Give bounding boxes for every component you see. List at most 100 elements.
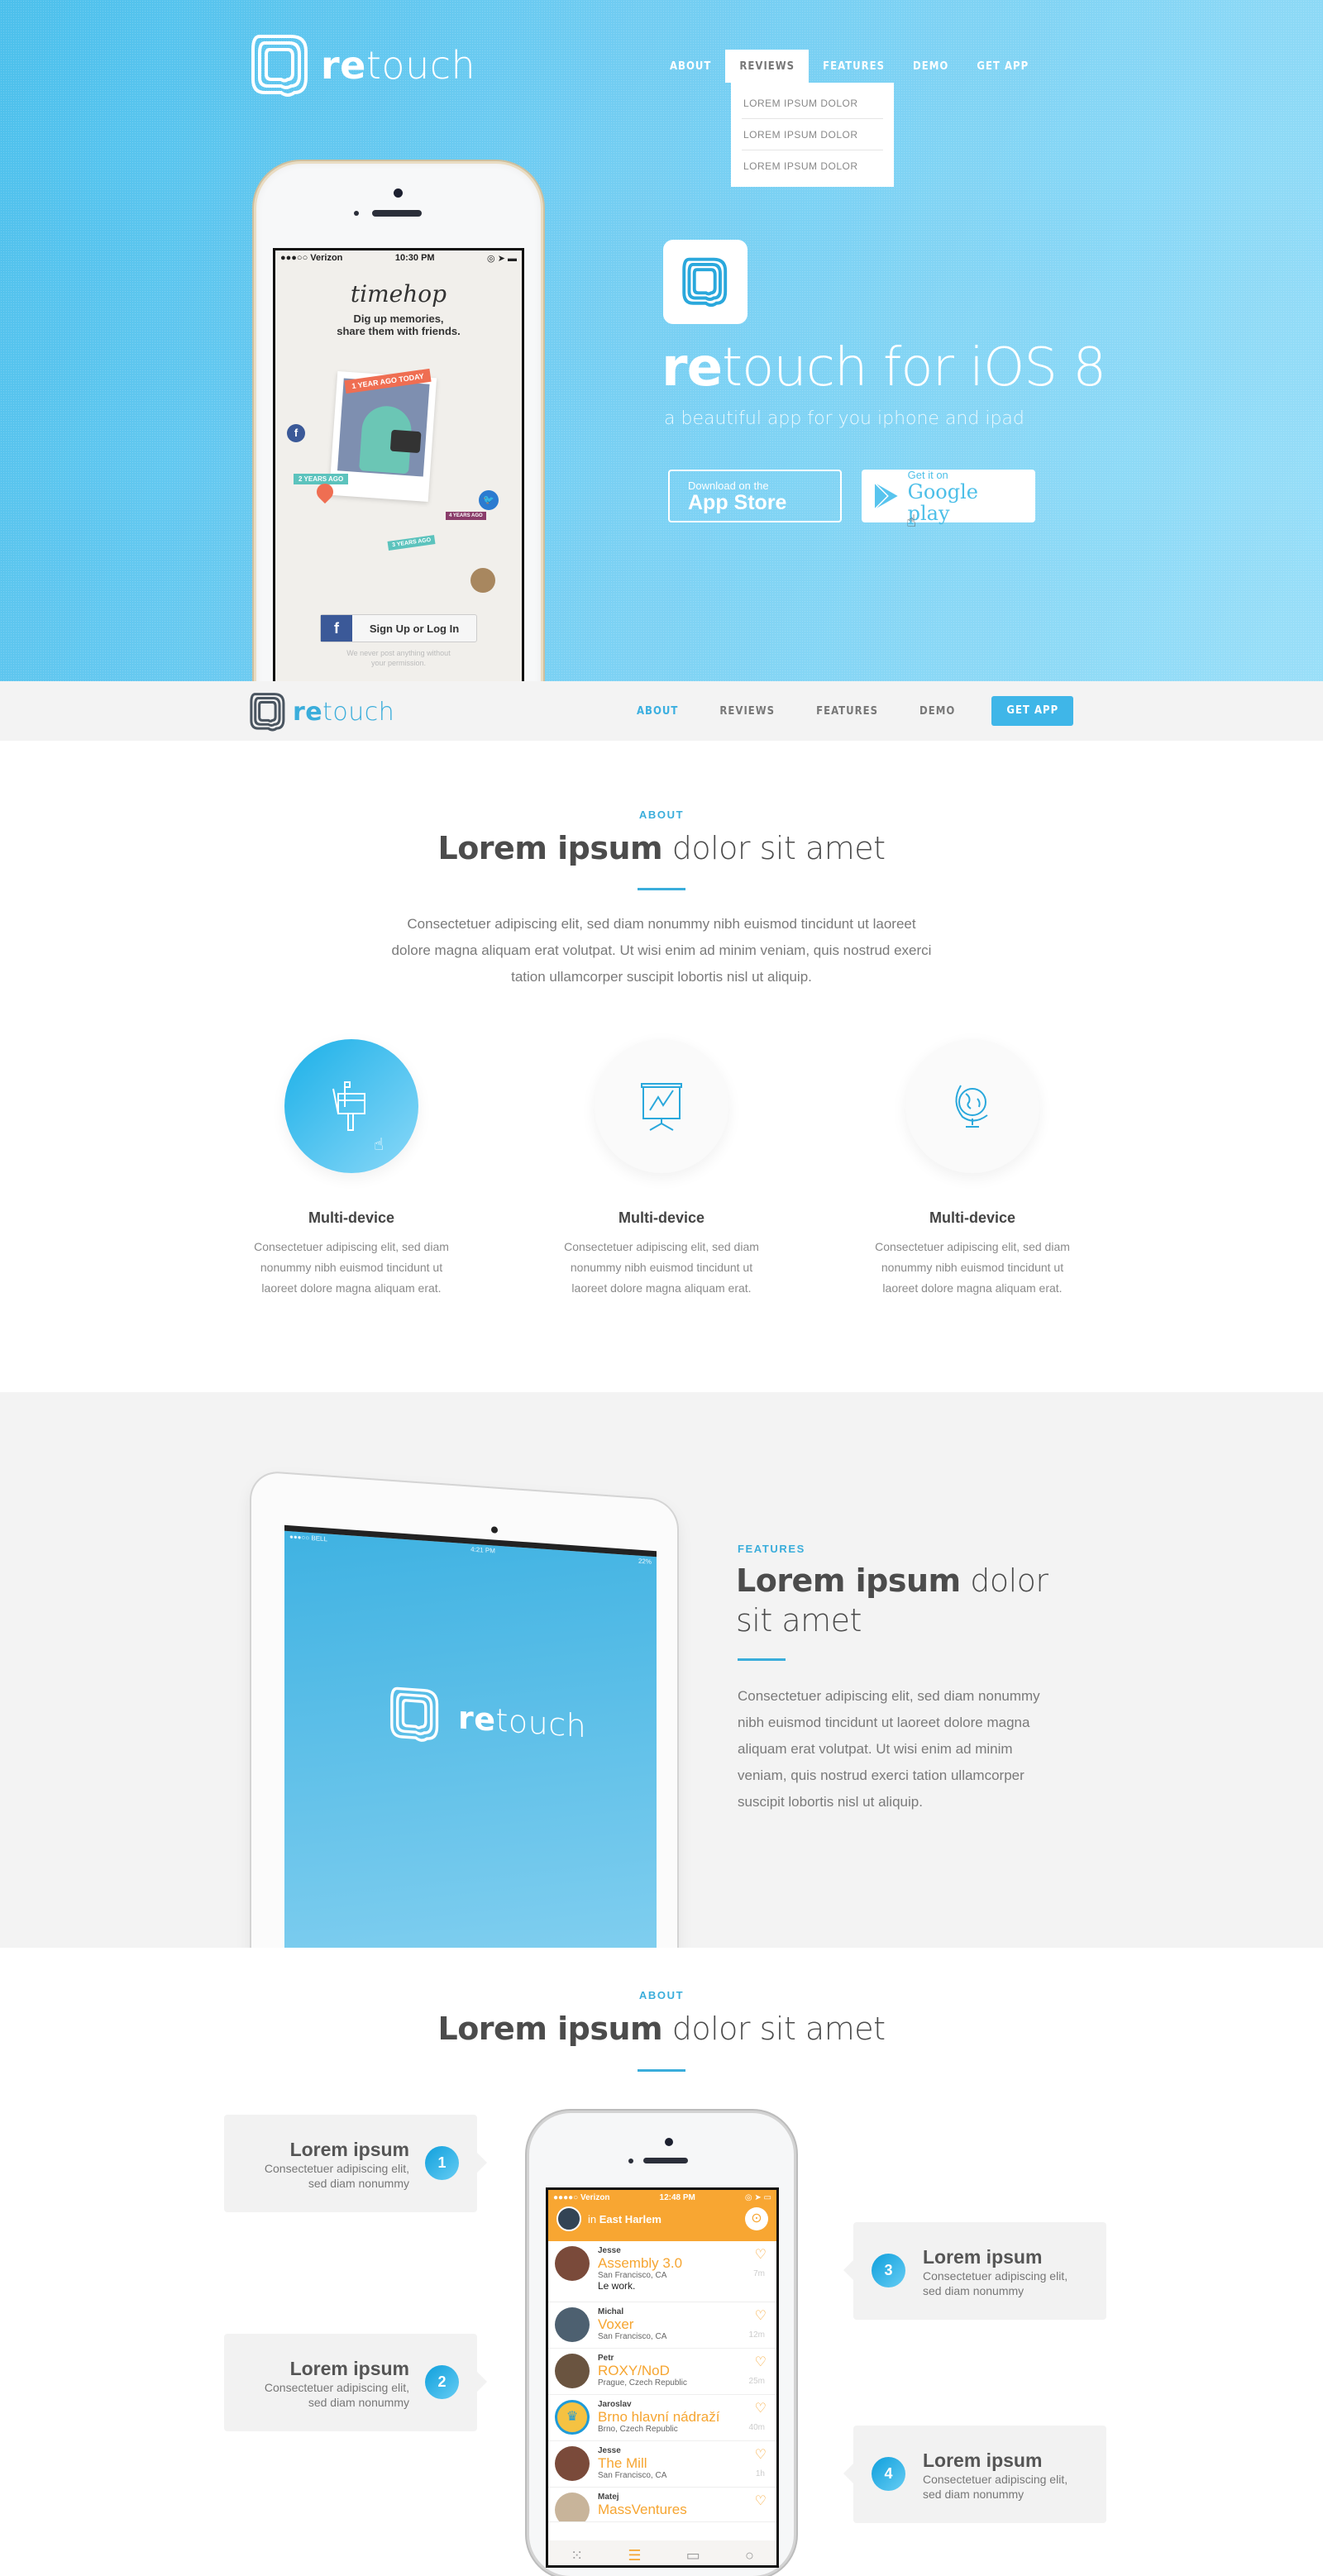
feed-item[interactable]: Matej MassVentures ♡ [548,2488,776,2522]
nav-features[interactable]: FEATURES [809,50,899,83]
status-time: 12:48 PM [659,2192,695,2202]
tab-calendar-icon[interactable]: ▭ [686,2547,700,2564]
step-desc: Consectetuer adipiscing elit, [923,2473,1068,2486]
logo-prefix: re [321,43,366,88]
feature-icon-button[interactable] [284,1039,418,1173]
carrier-label: ●●●○○ Verizon [280,253,343,263]
badge-3-years: 3 YEARS AGO [387,535,436,551]
heading-rest: dolor [960,1562,1048,1599]
tab-dots-icon[interactable]: ⁙ [571,2547,583,2564]
feature-desc-line: laoreet dolore magna aliquam erat. [261,1281,442,1295]
sticky-nav: retouch ABOUT REVIEWS FEATURES DEMO GET … [0,681,1323,741]
badge-2-years: 2 YEARS AGO [294,474,349,484]
hand-cursor-icon: ☝ [374,1136,384,1154]
dropdown-item[interactable]: LOREM IPSUM DOLOR [742,88,883,119]
camera-illustration [389,429,422,454]
tab-bar: ⁙ ☰ ▭ ○ [548,2540,776,2565]
feed-user: Jesse [598,2446,621,2455]
feed-location: San Francisco, CA [598,2471,667,2480]
feed-item[interactable]: Jesse The Mill San Francisco, CA ♡ 1h [548,2441,776,2488]
nav-get-app[interactable]: GET APP [962,50,1043,83]
feature-card: Multi-device Consectetuer adipiscing eli… [546,1039,777,1299]
hero-section: retouch ABOUT REVIEWS FEATURES DEMO GET … [0,0,1323,681]
facebook-login-button[interactable]: f Sign Up or Log In [320,614,477,642]
app-icon [663,240,747,324]
subnav-features[interactable]: FEATURES [816,705,878,718]
app-store-button[interactable]: Download on the App Store [668,470,842,522]
dropdown-item[interactable]: LOREM IPSUM DOLOR [742,150,883,182]
heart-icon[interactable]: ♡ [755,2493,767,2509]
feature-desc-line: Consectetuer adipiscing elit, sed diam [875,1240,1070,1253]
step-card: 4 Lorem ipsum Consectetuer adipiscing eli… [843,2426,1106,2523]
feed-item[interactable]: Petr ROXY/NoD Prague, Czech Republic ♡ 25m [548,2349,776,2395]
feed-location: Prague, Czech Republic [598,2378,687,2388]
speaker-grille [372,210,422,217]
instagram-icon [470,568,495,593]
heart-icon[interactable]: ♡ [755,2307,767,2324]
get-app-button[interactable]: GET APP [991,696,1074,726]
google-play-icon [874,482,898,510]
avatar [555,2307,590,2342]
logo-prefix: re [293,697,323,727]
google-play-button[interactable]: Get it on Google play [862,469,1035,524]
ipad-screen: ●●●○○ BELL 4:21 PM 22% retouch [284,1524,657,1948]
feature-desc: Consectetuer adipiscing elit, sed diam no… [236,1237,467,1299]
subnav-demo[interactable]: DEMO [919,705,955,718]
heart-icon[interactable]: ♡ [755,2354,767,2370]
feed-place: Voxer [598,2316,634,2332]
features-body-line: suscipit lobortis nisl ut aliquip. [738,1794,923,1810]
nav-about[interactable]: ABOUT [656,50,725,83]
feed-user: Matej [598,2493,619,2502]
heading-bold: Lorem ipsum [437,2011,663,2047]
step-card: Lorem ipsum Consectetuer adipiscing elit,… [224,2115,487,2212]
about-heading: Lorem ipsum dolor sit amet [0,830,1323,866]
globe-icon [955,1085,988,1128]
feed-time: 25m [748,2377,765,2386]
subnav-about[interactable]: ABOUT [637,705,678,718]
app-store-line1: Download on the [688,479,769,492]
location-name: East Harlem [599,2212,662,2225]
ipad-logo-wordmark: retouch [458,1699,586,1744]
ipad-mockup: ●●●○○ BELL 4:21 PM 22% retouch [251,1472,677,1948]
check-in-icon[interactable]: ⊙ [745,2207,768,2230]
feed-location: Brno, Czech Republic [598,2425,678,2434]
heart-icon[interactable]: ♡ [755,2446,767,2463]
user-avatar[interactable] [556,2206,581,2231]
feature-icon-button[interactable] [595,1039,728,1173]
logo-wordmark: retouch [321,43,475,88]
battery-icon: ◎ ➤ ▬ [487,253,517,264]
reviews-dropdown: LOREM IPSUM DOLOR LOREM IPSUM DOLOR LORE… [731,83,894,187]
feed-item[interactable]: Jesse Assembly 3.0 San Francisco, CA Le wor… [548,2241,776,2302]
feature-icon-button[interactable] [905,1039,1039,1173]
heart-icon[interactable]: ♡ [755,2400,767,2416]
subnav-reviews[interactable]: REVIEWS [719,705,775,718]
step-card: 3 Lorem ipsum Consectetuer adipiscing eli… [843,2222,1106,2320]
avatar [555,2246,590,2281]
step-number-badge: 2 [425,2365,459,2399]
tab-search-icon[interactable]: ○ [745,2547,754,2564]
heart-icon[interactable]: ♡ [755,2246,767,2263]
tab-list-icon[interactable]: ☰ [628,2547,641,2564]
location-prefix: in [588,2212,599,2225]
feed-item[interactable]: ♛ Jaroslav Brno hlavní nádraží Brno, Czech… [548,2395,776,2441]
sticky-logo[interactable]: retouch [248,691,394,732]
hand-cursor-icon: ☝ [906,513,917,531]
feature-desc: Consectetuer adipiscing elit, sed diam no… [546,1237,777,1299]
dropdown-item[interactable]: LOREM IPSUM DOLOR [742,119,883,150]
feed-location: San Francisco, CA [598,2332,667,2341]
feature-title: Multi-device [618,1209,705,1226]
sensor-dot [354,211,359,216]
hero-subtitle: a beautiful app for you iphone and ipad [664,408,1024,429]
top-nav: ABOUT REVIEWS FEATURES DEMO GET APP [656,50,1043,83]
mailbox-icon [332,1081,365,1131]
heading-rest: dolor sit amet [662,830,886,866]
nav-reviews[interactable]: REVIEWS [725,50,810,83]
disclaimer-1: We never post anything without [346,649,451,657]
feed-item[interactable]: Michal Voxer San Francisco, CA ♡ 12m [548,2302,776,2349]
nav-demo[interactable]: DEMO [899,50,962,83]
logo[interactable]: retouch [248,31,475,99]
step-desc: Consectetuer adipiscing elit, [264,2162,409,2175]
logo-suffix: touch [495,1701,587,1745]
steps-heading: Lorem ipsum dolor sit amet [0,2011,1323,2047]
ipad-status-bar: ●●●○○ BELL 4:21 PM 22% [284,1531,657,1567]
